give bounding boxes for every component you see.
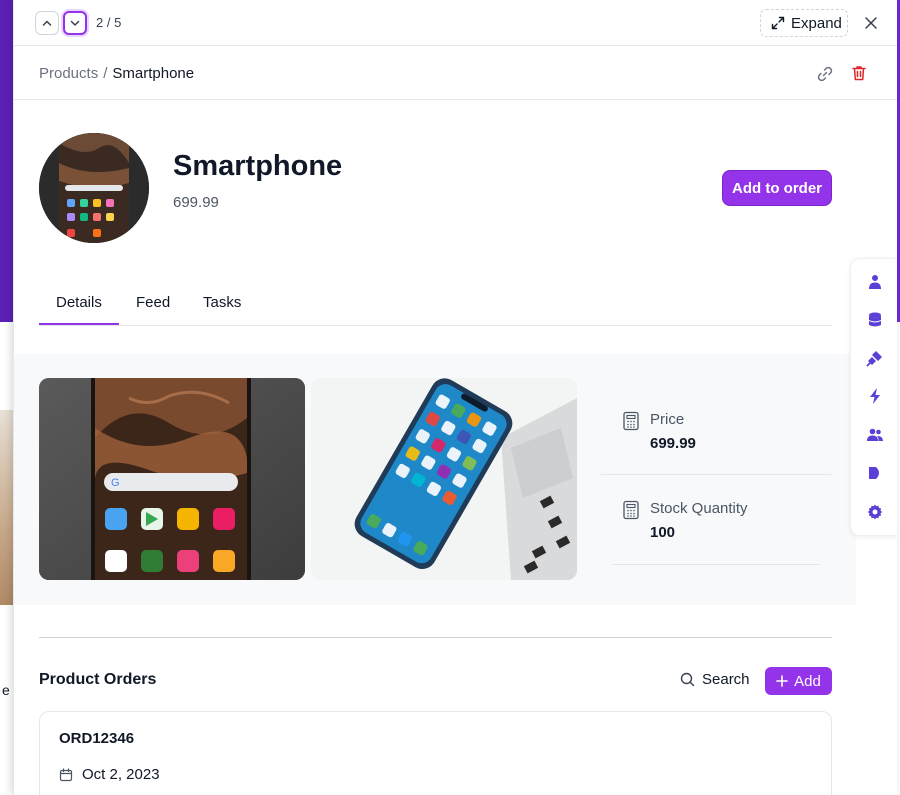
search-button[interactable]: Search bbox=[680, 671, 750, 688]
tab-bar: Details Feed Tasks bbox=[39, 280, 832, 326]
search-label: Search bbox=[702, 671, 750, 688]
smartphone-on-laptop-image bbox=[311, 378, 577, 580]
background-sidebar bbox=[0, 0, 14, 322]
drawer-topbar: 2 / 5 Expand bbox=[14, 0, 897, 46]
calculator-icon bbox=[623, 500, 639, 520]
active-tab-indicator bbox=[39, 323, 119, 325]
database-icon[interactable] bbox=[866, 311, 884, 329]
tab-tasks[interactable]: Tasks bbox=[203, 294, 241, 311]
order-card[interactable]: ORD12346 Oct 2, 2023 bbox=[39, 711, 832, 795]
add-label: Add bbox=[794, 672, 821, 690]
close-icon bbox=[865, 17, 877, 29]
plug-icon[interactable] bbox=[866, 349, 884, 367]
order-date: Oct 2, 2023 bbox=[59, 766, 160, 783]
chevron-down-icon bbox=[70, 20, 80, 26]
link-icon[interactable] bbox=[816, 65, 834, 83]
person-icon[interactable] bbox=[866, 273, 884, 291]
calendar-icon bbox=[59, 767, 73, 781]
gear-icon[interactable] bbox=[866, 503, 884, 521]
smartphone-thumbnail bbox=[39, 133, 149, 243]
next-record-button[interactable] bbox=[63, 11, 87, 35]
product-detail-drawer: 2 / 5 Expand Products / Smartphone Smart… bbox=[13, 0, 897, 795]
stat-value: 100 bbox=[650, 524, 676, 541]
calculator-icon bbox=[623, 411, 639, 431]
tab-details[interactable]: Details bbox=[56, 294, 102, 311]
record-counter: 2 / 5 bbox=[96, 15, 122, 30]
svg-text:G: G bbox=[111, 477, 120, 489]
divider bbox=[612, 564, 820, 565]
breadcrumb-parent[interactable]: Products bbox=[39, 65, 98, 82]
tab-feed[interactable]: Feed bbox=[136, 294, 170, 311]
close-button[interactable] bbox=[862, 14, 880, 32]
tag-icon[interactable] bbox=[866, 464, 884, 482]
section-divider bbox=[39, 637, 832, 638]
bolt-icon[interactable] bbox=[866, 387, 884, 405]
trash-icon[interactable] bbox=[850, 64, 868, 82]
breadcrumb-bar: Products / Smartphone bbox=[14, 46, 897, 100]
order-id: ORD12346 bbox=[59, 730, 135, 747]
add-order-button[interactable]: Add bbox=[765, 667, 832, 695]
expand-icon bbox=[771, 16, 785, 30]
previous-record-button[interactable] bbox=[35, 11, 59, 35]
order-date-text: Oct 2, 2023 bbox=[82, 766, 160, 783]
smartphone-screen-image: G bbox=[39, 378, 305, 580]
breadcrumb: Products / Smartphone bbox=[39, 65, 194, 82]
background-image bbox=[0, 410, 14, 605]
product-image-1[interactable]: G bbox=[39, 378, 305, 580]
product-avatar bbox=[39, 133, 149, 243]
stat-label: Price bbox=[650, 411, 685, 428]
price-subtitle: 699.99 bbox=[173, 194, 219, 211]
chevron-up-icon bbox=[42, 20, 52, 26]
users-icon[interactable] bbox=[866, 426, 884, 444]
breadcrumb-separator: / bbox=[103, 65, 108, 82]
add-to-order-button[interactable]: Add to order bbox=[722, 170, 832, 206]
plus-icon bbox=[776, 675, 788, 687]
side-toolbar bbox=[850, 258, 897, 536]
section-title: Product Orders bbox=[39, 671, 157, 688]
details-panel: G Price 699.99 Stock Quantity 100 bbox=[14, 354, 856, 605]
search-icon bbox=[680, 672, 695, 687]
divider bbox=[601, 474, 831, 475]
page-title: Smartphone bbox=[173, 150, 343, 182]
stat-value: 699.99 bbox=[650, 435, 696, 452]
product-image-2[interactable] bbox=[311, 378, 577, 580]
breadcrumb-current: Smartphone bbox=[112, 65, 195, 82]
expand-button[interactable]: Expand bbox=[760, 9, 848, 37]
stat-label: Stock Quantity bbox=[650, 500, 748, 517]
expand-label: Expand bbox=[791, 14, 842, 32]
